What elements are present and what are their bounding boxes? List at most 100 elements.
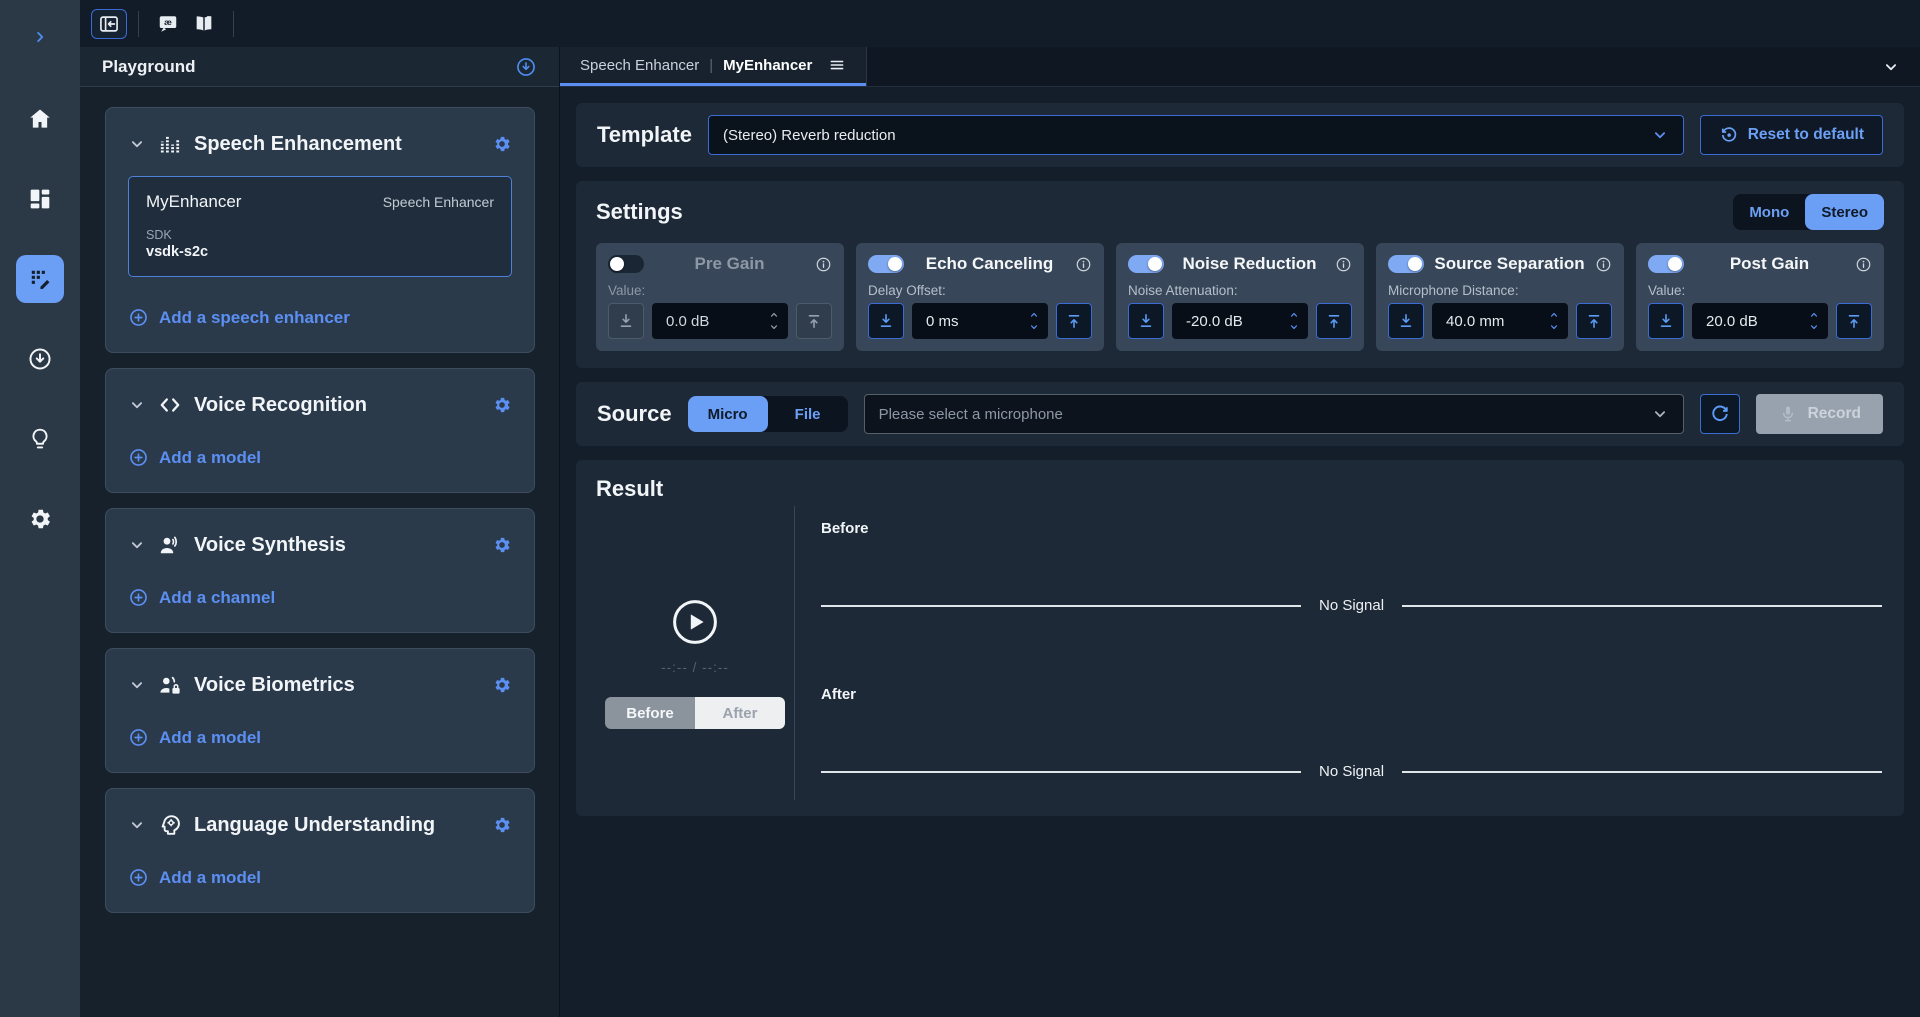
microphone-placeholder: Please select a microphone xyxy=(879,406,1651,423)
section-language-understanding: Language Understanding Add a model xyxy=(105,788,535,913)
section-gear-button[interactable] xyxy=(492,395,512,415)
expand-rail-icon[interactable] xyxy=(31,28,49,51)
chevron-down-icon[interactable] xyxy=(128,135,146,153)
chevron-down-icon[interactable] xyxy=(128,536,146,554)
post-gain-toggle[interactable] xyxy=(1648,255,1684,273)
value-input[interactable]: 0.0 dB xyxy=(652,303,788,339)
record-button[interactable]: Record xyxy=(1756,394,1883,434)
info-icon[interactable] xyxy=(815,256,832,273)
section-speech-enhancement: Speech Enhancement MyEnhancer Speech Enh… xyxy=(105,107,535,353)
tabstrip-chevron-down[interactable] xyxy=(1882,47,1920,86)
file-button[interactable]: File xyxy=(768,396,848,432)
add-channel-link[interactable]: Add a channel xyxy=(128,587,512,608)
spinner-down-icon[interactable] xyxy=(766,321,782,334)
source-label: Source xyxy=(597,401,672,427)
download-circle-icon xyxy=(515,56,537,78)
content-column: Template (Stereo) Reverb reduction Reset… xyxy=(560,87,1920,1017)
sidebar-download-button[interactable] xyxy=(515,56,537,78)
info-icon[interactable] xyxy=(1075,256,1092,273)
spinner-down-icon[interactable] xyxy=(1806,321,1822,334)
min-value-button[interactable] xyxy=(608,303,644,339)
app-root: Playground Speech Enhancement xyxy=(0,0,1920,1017)
spinner-down-icon[interactable] xyxy=(1546,321,1562,334)
add-model-link[interactable]: Add a model xyxy=(128,727,512,748)
section-gear-button[interactable] xyxy=(492,535,512,555)
rail-home-button[interactable] xyxy=(16,95,64,143)
echo-canceling-toggle[interactable] xyxy=(868,255,904,273)
max-value-button[interactable] xyxy=(1316,303,1352,339)
spinner-down-icon[interactable] xyxy=(1286,321,1302,334)
arrow-down-to-line-icon xyxy=(876,311,896,331)
settings-title: Settings xyxy=(596,199,683,225)
info-icon[interactable] xyxy=(1335,256,1352,273)
collapse-sidebar-button[interactable] xyxy=(91,9,127,39)
rail-download-button[interactable] xyxy=(16,335,64,383)
before-button[interactable]: Before xyxy=(605,697,695,729)
toolbar-divider xyxy=(138,11,139,37)
info-icon[interactable] xyxy=(1855,256,1872,273)
spinner-up-icon[interactable] xyxy=(1286,308,1302,321)
min-value-button[interactable] xyxy=(1648,303,1684,339)
chevron-down-icon[interactable] xyxy=(128,396,146,414)
chevron-down-icon[interactable] xyxy=(128,676,146,694)
tab-myenhancer[interactable]: Speech Enhancer | MyEnhancer xyxy=(560,47,866,86)
max-value-button[interactable] xyxy=(1056,303,1092,339)
max-value-button[interactable] xyxy=(1576,303,1612,339)
rail-dashboard-button[interactable] xyxy=(16,175,64,223)
micro-button[interactable]: Micro xyxy=(688,396,768,432)
section-gear-button[interactable] xyxy=(492,134,512,154)
section-gear-button[interactable] xyxy=(492,675,512,695)
tab-type-label: Speech Enhancer xyxy=(580,57,699,74)
info-icon[interactable] xyxy=(1595,256,1612,273)
spinner-up-icon[interactable] xyxy=(1806,308,1822,321)
enhancer-name: MyEnhancer xyxy=(146,192,241,212)
spinner-up-icon[interactable] xyxy=(766,308,782,321)
documentation-button[interactable] xyxy=(186,9,222,39)
section-voice-recognition: Voice Recognition Add a model xyxy=(105,368,535,493)
phonetics-button[interactable] xyxy=(150,9,186,39)
value-input[interactable]: -20.0 dB xyxy=(1172,303,1308,339)
min-value-button[interactable] xyxy=(1128,303,1164,339)
after-button[interactable]: After xyxy=(695,697,785,729)
mono-button[interactable]: Mono xyxy=(1733,194,1805,230)
template-select[interactable]: (Stereo) Reverb reduction xyxy=(708,115,1684,155)
max-value-button[interactable] xyxy=(796,303,832,339)
sdk-label: SDK xyxy=(146,228,494,242)
max-value-button[interactable] xyxy=(1836,303,1872,339)
enhancer-item-card[interactable]: MyEnhancer Speech Enhancer SDK vsdk-s2c xyxy=(128,176,512,277)
spinner-up-icon[interactable] xyxy=(1546,308,1562,321)
playback-column: --:-- / --:-- Before After xyxy=(596,506,794,800)
stereo-button[interactable]: Stereo xyxy=(1805,194,1884,230)
min-value-button[interactable] xyxy=(868,303,904,339)
rail-tips-button[interactable] xyxy=(16,415,64,463)
chevron-down-icon[interactable] xyxy=(128,816,146,834)
value-input[interactable]: 20.0 dB xyxy=(1692,303,1828,339)
microphone-icon xyxy=(1778,404,1798,424)
add-model-link[interactable]: Add a model xyxy=(128,447,512,468)
playground-icon xyxy=(27,266,53,292)
tab-menu-icon[interactable] xyxy=(828,56,846,74)
source-separation-toggle[interactable] xyxy=(1388,255,1424,273)
min-value-button[interactable] xyxy=(1388,303,1424,339)
add-model-link[interactable]: Add a model xyxy=(128,867,512,888)
rail-playground-button[interactable] xyxy=(16,255,64,303)
add-speech-enhancer-link[interactable]: Add a speech enhancer xyxy=(128,307,512,328)
plus-circle-icon xyxy=(128,867,149,888)
reset-to-default-button[interactable]: Reset to default xyxy=(1700,115,1883,155)
refresh-devices-button[interactable] xyxy=(1700,394,1740,434)
rail-settings-button[interactable] xyxy=(16,495,64,543)
microphone-select[interactable]: Please select a microphone xyxy=(864,394,1684,434)
lightbulb-icon xyxy=(27,426,53,452)
card-pre-gain: Pre Gain Value: 0.0 dB xyxy=(596,243,844,351)
section-gear-button[interactable] xyxy=(492,815,512,835)
after-waveform-label: After xyxy=(821,686,1884,703)
play-button[interactable] xyxy=(671,598,719,646)
noise-reduction-toggle[interactable] xyxy=(1128,255,1164,273)
value-input[interactable]: 0 ms xyxy=(912,303,1048,339)
param-label: Value: xyxy=(1648,283,1872,298)
section-title: Voice Synthesis xyxy=(194,534,480,557)
pre-gain-toggle[interactable] xyxy=(608,255,644,273)
spinner-up-icon[interactable] xyxy=(1026,308,1042,321)
spinner-down-icon[interactable] xyxy=(1026,321,1042,334)
value-input[interactable]: 40.0 mm xyxy=(1432,303,1568,339)
